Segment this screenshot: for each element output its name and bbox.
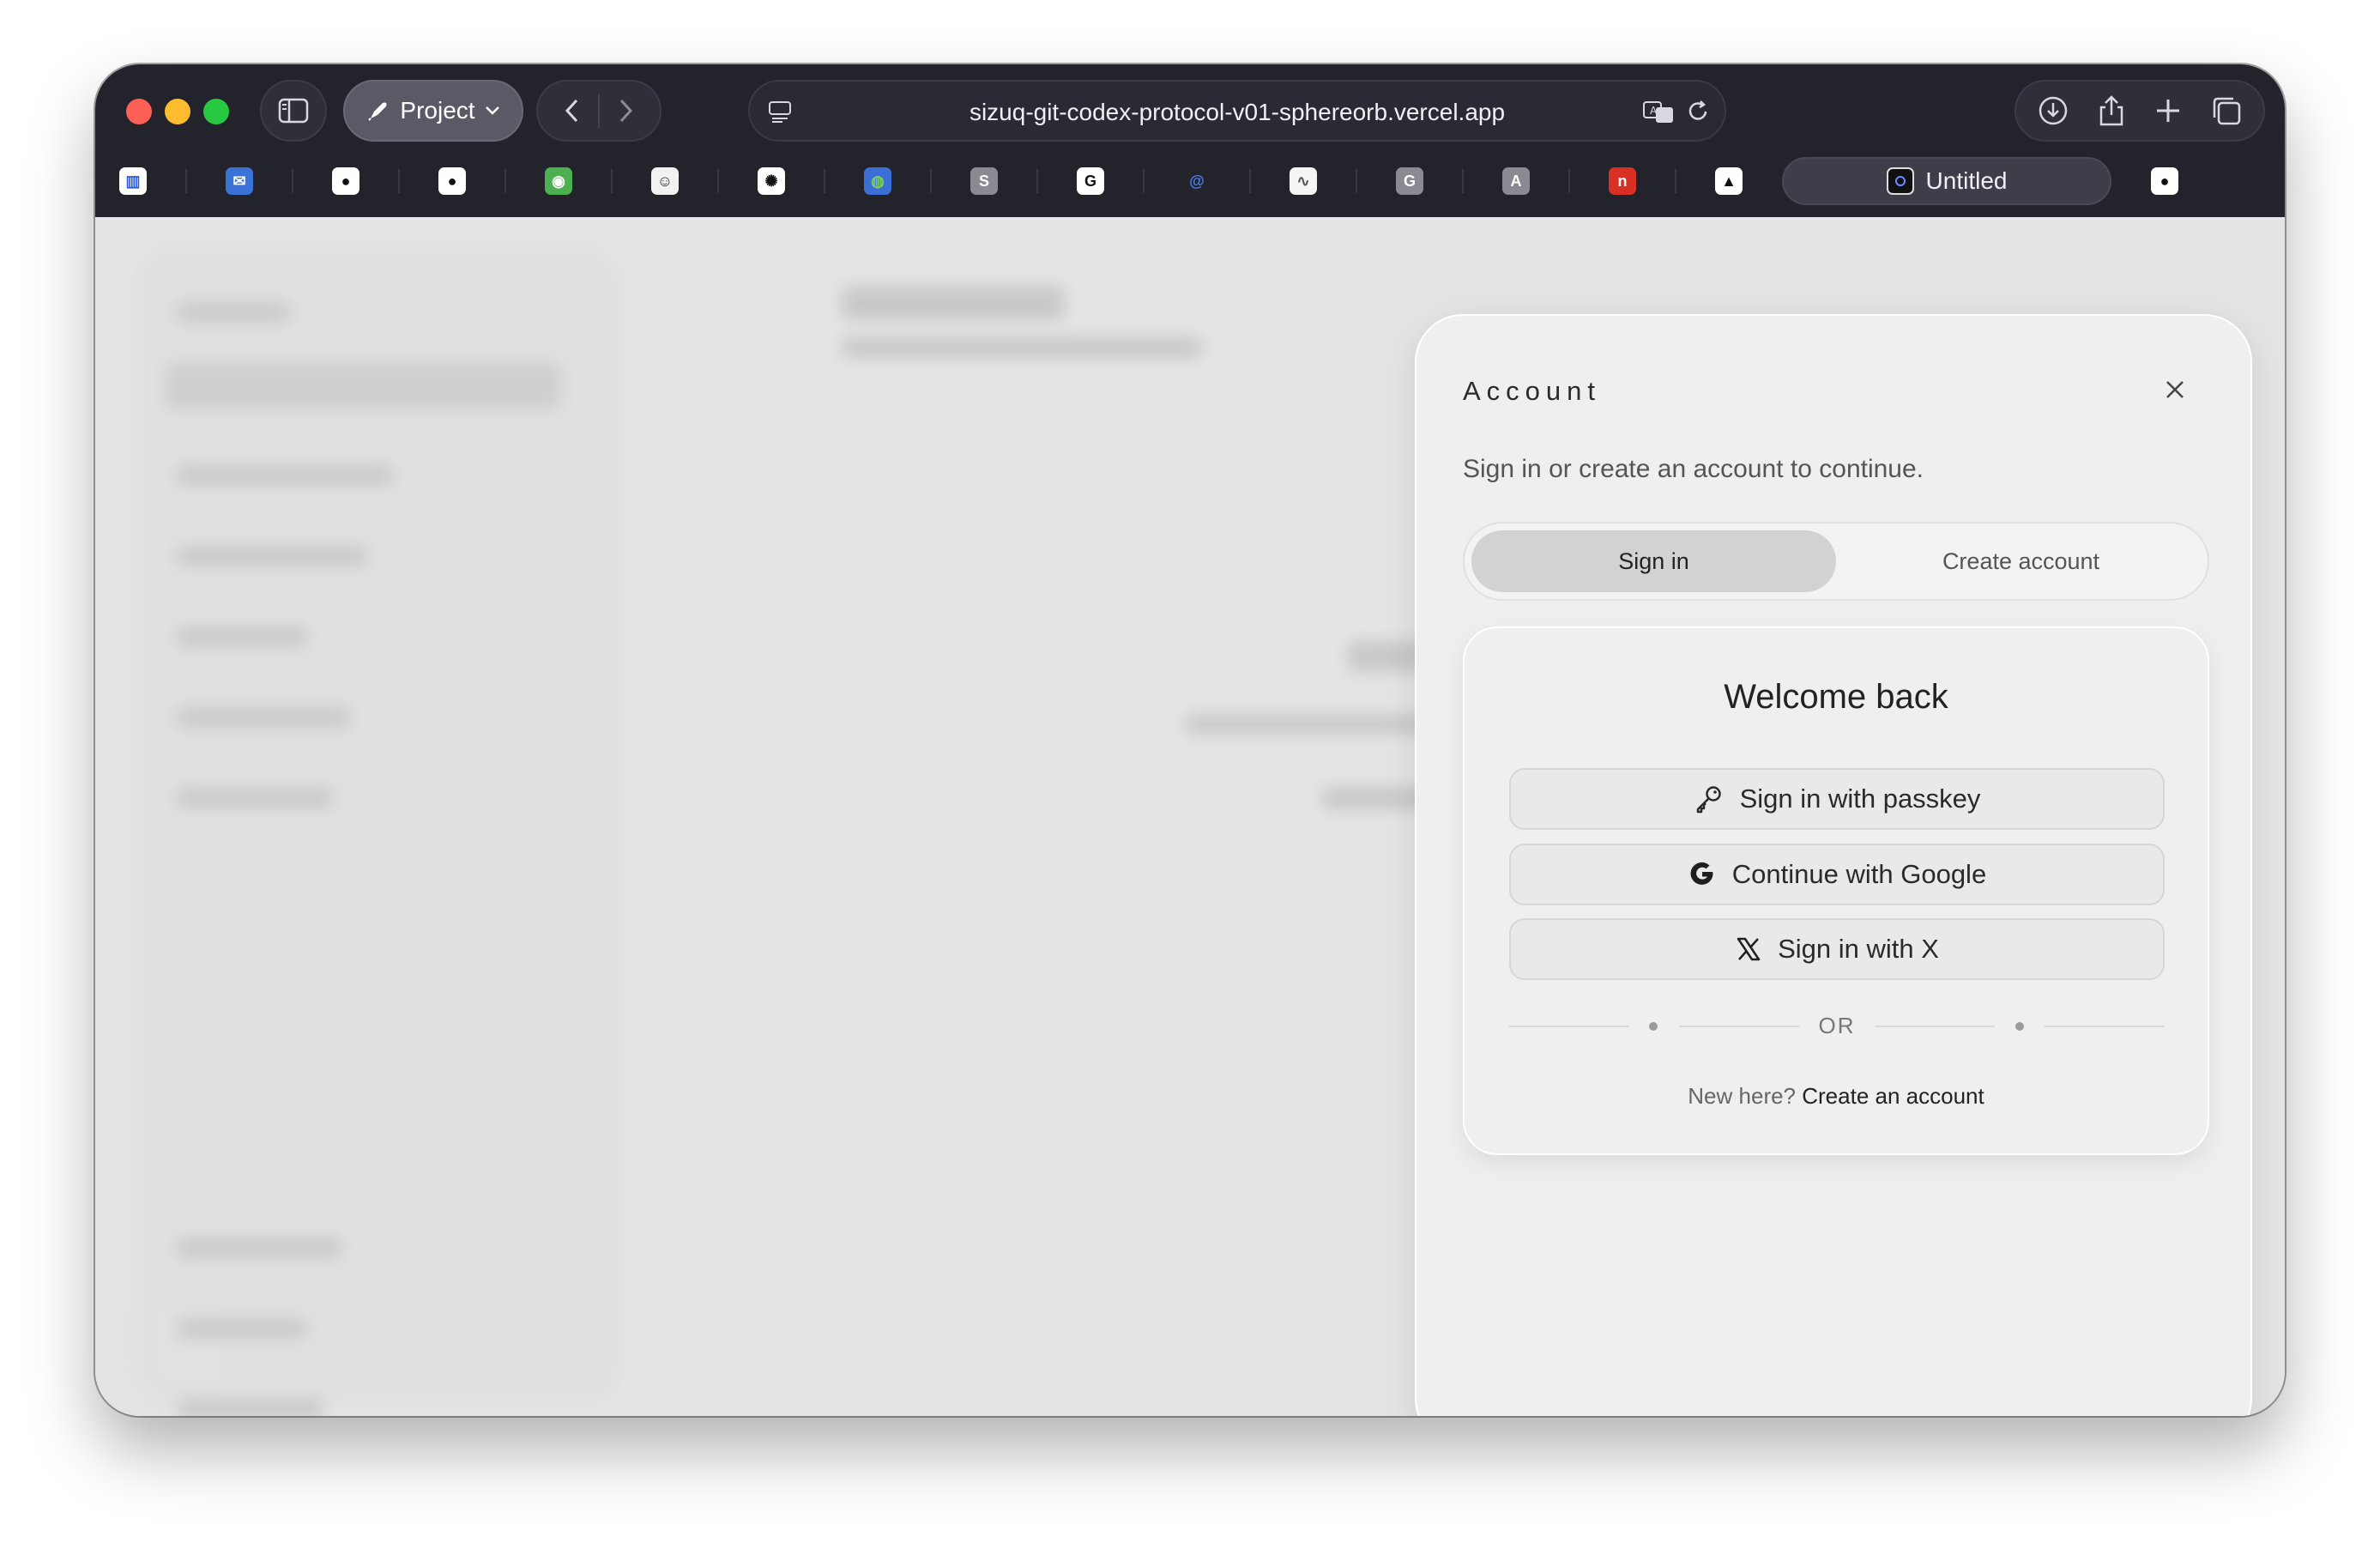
- google-sign-in-button[interactable]: Continue with Google: [1509, 844, 2165, 905]
- or-divider: OR: [1509, 1009, 2165, 1044]
- favorites-separator: [1462, 169, 1464, 193]
- favorites-separator: [1675, 169, 1676, 193]
- chevron-down-icon: [485, 106, 499, 115]
- favorites-separator: [185, 169, 187, 193]
- favorites-separator: [1036, 169, 1038, 193]
- wave-icon[interactable]: ∿: [1290, 167, 1317, 195]
- new-here-text: New here?: [1688, 1083, 1797, 1109]
- project-label: Project: [400, 97, 475, 124]
- favorites-separator: [504, 169, 506, 193]
- tab-sign-in[interactable]: Sign in: [1471, 530, 1836, 592]
- key-icon: [1696, 786, 1721, 814]
- create-account-prompt: New here? Create an account: [1465, 1083, 2208, 1110]
- svg-text:A: A: [1650, 105, 1658, 117]
- panel-subtitle: Sign in or create an account to continue…: [1463, 455, 1924, 483]
- close-button[interactable]: [2154, 369, 2196, 410]
- reload-icon[interactable]: [1685, 99, 1711, 124]
- address-bar[interactable]: sizuq-git-codex-protocol-v01-sphereorb.v…: [748, 80, 1726, 142]
- favorites-separator: [1568, 169, 1570, 193]
- favorites-separator: [1249, 169, 1251, 193]
- favorites-separator: [824, 169, 825, 193]
- favorites-separator: [717, 169, 719, 193]
- openai-icon[interactable]: ✺: [758, 167, 785, 195]
- close-window-button[interactable]: [126, 99, 152, 124]
- x-button-label: Sign in with X: [1778, 934, 1939, 964]
- forward-icon[interactable]: [617, 97, 634, 124]
- share-icon[interactable]: [2098, 94, 2125, 127]
- x-logo-icon: [1737, 937, 1761, 961]
- passkey-button-label: Sign in with passkey: [1739, 784, 1981, 814]
- github-icon[interactable]: ●: [438, 167, 466, 195]
- translate-icon[interactable]: A: [1642, 99, 1676, 124]
- active-tab-label: Untitled: [1925, 167, 2008, 194]
- favorites-separator: [292, 169, 293, 193]
- github-icon[interactable]: ●: [332, 167, 359, 195]
- triangle-icon[interactable]: ▲: [1715, 167, 1743, 195]
- sidebar-toggle-button[interactable]: [260, 80, 327, 142]
- sidebar-icon: [278, 98, 309, 124]
- favorites-separator: [611, 169, 613, 193]
- create-account-link[interactable]: Create an account: [1802, 1083, 1984, 1109]
- rocket-icon: [368, 102, 387, 121]
- g-gray-icon[interactable]: G: [1396, 167, 1423, 195]
- at-sign-icon[interactable]: @: [1183, 167, 1211, 195]
- favorites-separator: [1356, 169, 1357, 193]
- browser-toolbar: Project sizuq-git-codex-protocol-v01-sph…: [95, 64, 2285, 217]
- s-letter-icon[interactable]: S: [970, 167, 998, 195]
- red-n-icon[interactable]: n: [1609, 167, 1636, 195]
- favorites-bar: ▥ ✉ ● ● ◉ ☺ ✺ ◍ S G @ ∿ G An ▲ Untitled ●: [111, 153, 2269, 209]
- download-icon[interactable]: [2038, 95, 2069, 126]
- nav-divider: [598, 94, 600, 128]
- account-panel: Account Sign in or create an account to …: [1415, 314, 2252, 1416]
- url-text: sizuq-git-codex-protocol-v01-sphereorb.v…: [969, 99, 1506, 125]
- active-tab[interactable]: Untitled: [1782, 157, 2111, 205]
- orb-icon: [1886, 167, 1914, 195]
- tab-create-account[interactable]: Create account: [1839, 530, 2203, 592]
- favorites-separator: [398, 169, 400, 193]
- sign-in-card: Welcome back Sign in with passkey Contin…: [1463, 626, 2209, 1155]
- passkey-sign-in-button[interactable]: Sign in with passkey: [1509, 768, 2165, 830]
- blurred-sidebar: [138, 250, 619, 1416]
- x-sign-in-button[interactable]: Sign in with X: [1509, 918, 2165, 980]
- auth-mode-switch: Sign in Create account: [1463, 522, 2209, 601]
- globe-icon[interactable]: ◍: [864, 167, 891, 195]
- welcome-heading: Welcome back: [1724, 678, 1948, 716]
- g-box-icon[interactable]: G: [1077, 167, 1104, 195]
- google-button-label: Continue with Google: [1731, 859, 1987, 889]
- panel-title: Account: [1463, 376, 1602, 406]
- minimize-window-button[interactable]: [165, 99, 190, 124]
- project-tab-group-button[interactable]: Project: [343, 80, 523, 142]
- close-icon: [2166, 381, 2184, 398]
- favorites-separator: [930, 169, 932, 193]
- tasks-app-icon[interactable]: ▥: [119, 167, 147, 195]
- new-tab-icon[interactable]: [2154, 97, 2182, 124]
- browser-window: Project sizuq-git-codex-protocol-v01-sph…: [95, 64, 2285, 1416]
- cat-face-icon[interactable]: ☺: [651, 167, 679, 195]
- green-ring-icon[interactable]: ◉: [545, 167, 572, 195]
- github-icon[interactable]: ●: [2151, 167, 2178, 195]
- mail-icon[interactable]: ✉: [226, 167, 253, 195]
- google-icon: [1690, 862, 1713, 885]
- right-toolbar: [2015, 80, 2265, 142]
- zoom-window-button[interactable]: [203, 99, 229, 124]
- favorites-separator: [1143, 169, 1145, 193]
- page-content: Account Sign in or create an account to …: [95, 217, 2285, 1416]
- tab-overview-icon[interactable]: [2211, 95, 2242, 126]
- a-letter-icon[interactable]: A: [1502, 167, 1530, 195]
- back-icon[interactable]: [564, 97, 581, 124]
- navigation-buttons: [536, 80, 661, 142]
